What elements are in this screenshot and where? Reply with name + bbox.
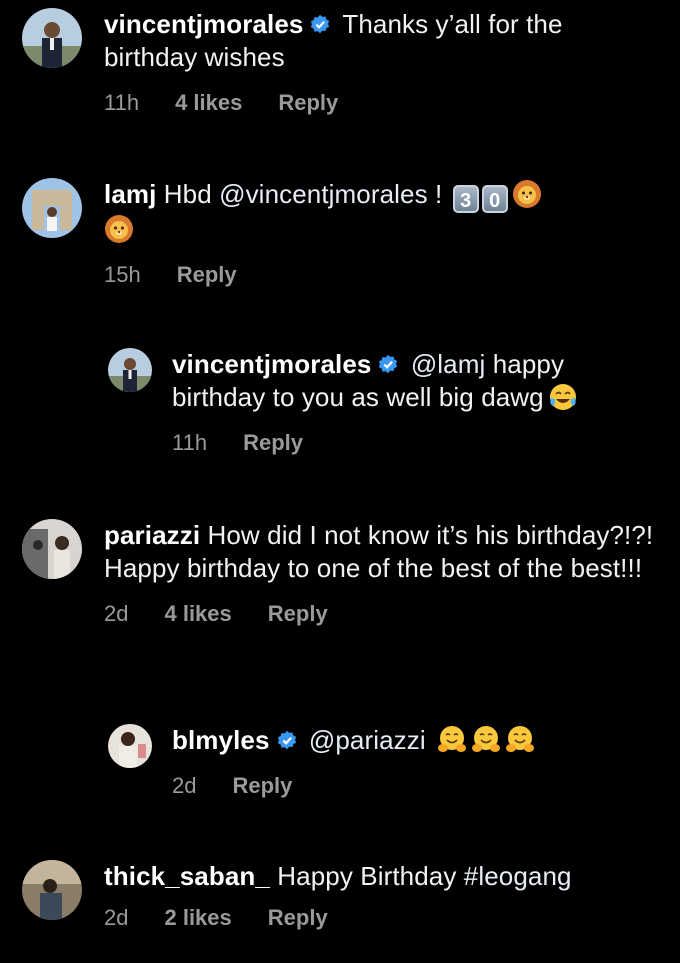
- comment-time: 11h: [104, 90, 140, 115]
- mention-link[interactable]: @lamj: [411, 349, 486, 379]
- keycap-0-emoji: 0: [481, 185, 508, 213]
- avatar[interactable]: [22, 860, 82, 920]
- reply-button[interactable]: Reply: [232, 773, 292, 799]
- hugging-face-icon: [437, 725, 467, 755]
- likes-count[interactable]: 4 likes: [175, 90, 242, 116]
- mention-link[interactable]: @vincentjmorales: [219, 179, 428, 209]
- comment-time: 2d: [172, 773, 197, 798]
- face-with-tears-of-joy-icon: [548, 382, 578, 412]
- hashtag-link[interactable]: #leogang: [464, 861, 572, 891]
- comment-item: pariazzi How did I not know it’s his bir…: [22, 519, 662, 627]
- comment-username[interactable]: blmyles: [172, 725, 270, 755]
- likes-count[interactable]: 4 likes: [164, 601, 231, 627]
- hugging-face-icon: [505, 725, 535, 755]
- comment-item: lamj Hbd @vincentjmorales ! 30 15h Reply: [22, 178, 662, 288]
- reply-item: vincentjmorales @lamj happy birthday to …: [108, 348, 668, 456]
- lion-face-icon: [104, 214, 134, 244]
- comment-username[interactable]: pariazzi: [104, 520, 200, 550]
- reply-button[interactable]: Reply: [268, 601, 328, 627]
- verified-badge-icon: [309, 14, 331, 36]
- comment-time: 15h: [104, 262, 141, 287]
- comment-time: 11h: [172, 430, 208, 455]
- comment-item: thick_saban_ Happy Birthday #leogang 2d …: [22, 860, 662, 931]
- lion-face-icon: [512, 179, 542, 209]
- reply-button[interactable]: Reply: [177, 262, 237, 288]
- comment-time: 2d: [104, 905, 129, 930]
- comment-text-suffix: !: [435, 179, 443, 209]
- keycap-3-emoji: 3: [452, 185, 479, 213]
- avatar[interactable]: [22, 8, 82, 68]
- avatar[interactable]: [22, 519, 82, 579]
- comment-text: Happy Birthday: [277, 861, 457, 891]
- comment-username[interactable]: vincentjmorales: [104, 9, 303, 39]
- verified-badge-icon: [377, 354, 399, 376]
- likes-count[interactable]: 2 likes: [164, 905, 231, 931]
- hugging-face-icon: [471, 725, 501, 755]
- avatar[interactable]: [108, 348, 152, 392]
- reply-button[interactable]: Reply: [243, 430, 303, 456]
- comment-username[interactable]: thick_saban_: [104, 861, 270, 891]
- reply-button[interactable]: Reply: [268, 905, 328, 931]
- avatar[interactable]: [22, 178, 82, 238]
- comment-item: vincentjmorales Thanks y’all for the bir…: [22, 8, 662, 116]
- comment-time: 2d: [104, 601, 129, 626]
- reply-button[interactable]: Reply: [278, 90, 338, 116]
- reply-item: blmyles @pariazzi 2d Reply: [108, 724, 668, 799]
- comment-username[interactable]: lamj: [104, 179, 156, 209]
- verified-badge-icon: [276, 730, 298, 752]
- mention-link[interactable]: @pariazzi: [309, 725, 426, 755]
- comment-text: Hbd: [163, 179, 212, 209]
- avatar[interactable]: [108, 724, 152, 768]
- comment-username[interactable]: vincentjmorales: [172, 349, 371, 379]
